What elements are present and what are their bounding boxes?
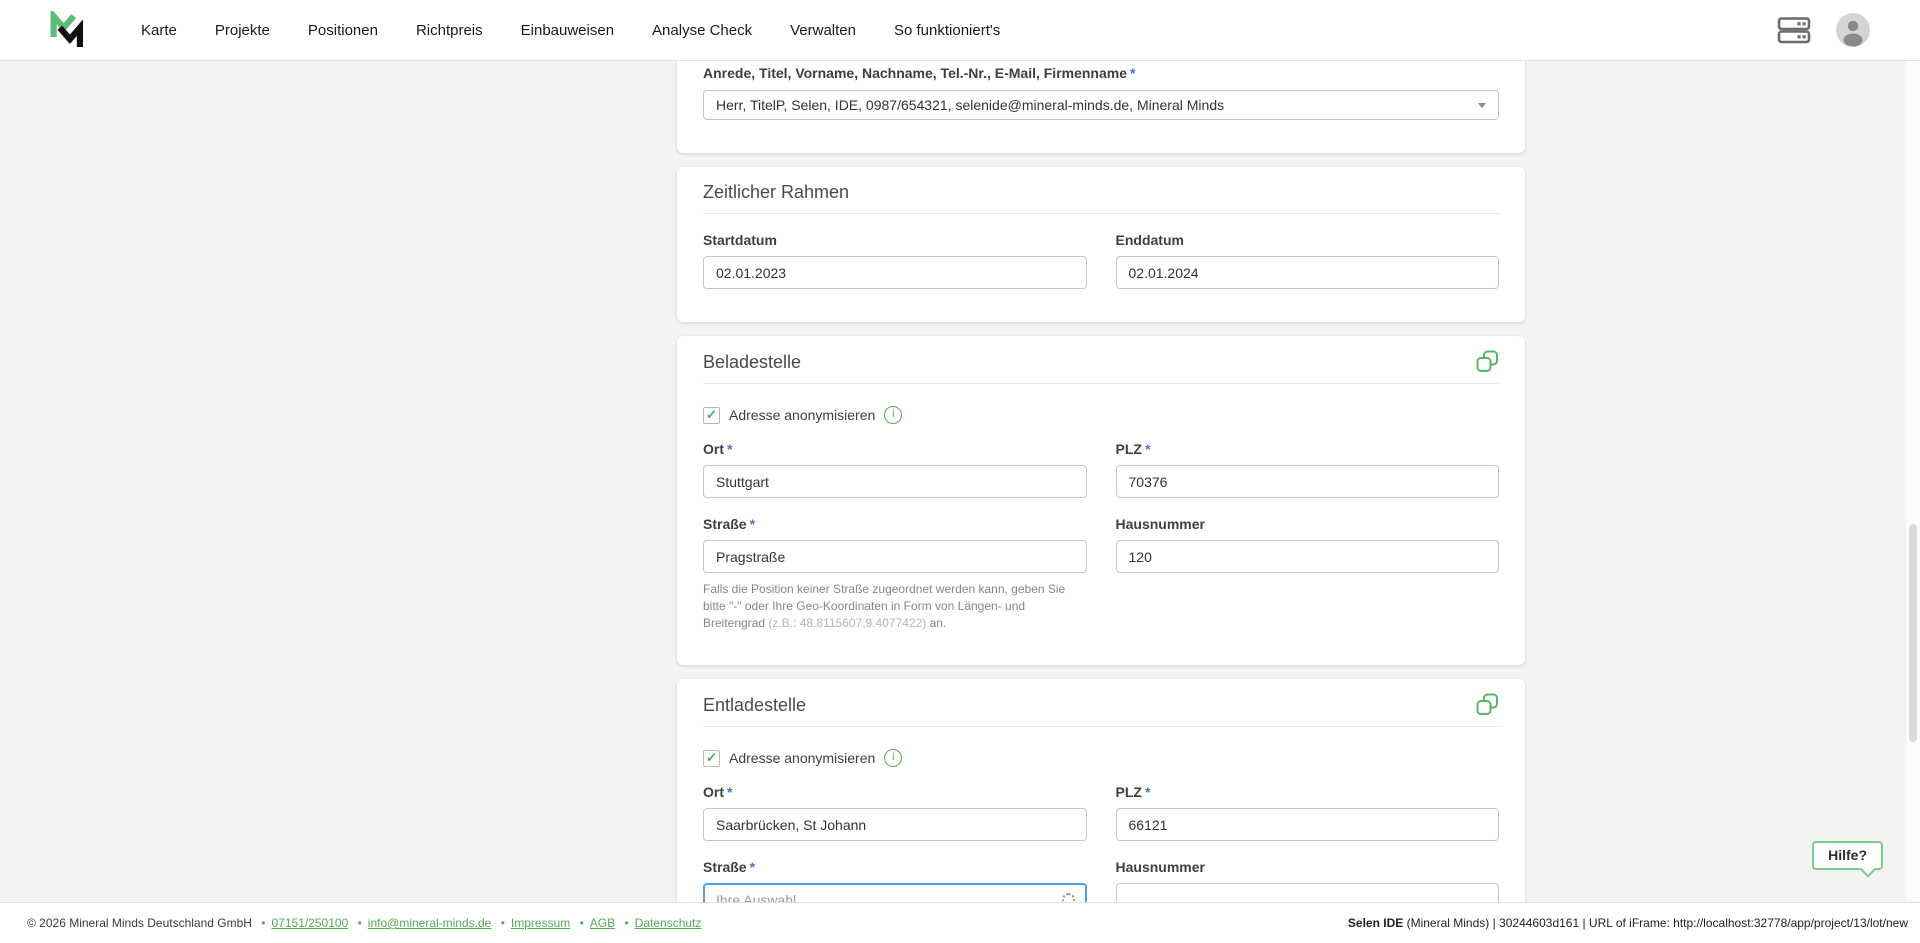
footer-link-impressum[interactable]: Impressum [511, 916, 570, 930]
enddatum-label: Enddatum [1116, 232, 1500, 248]
anonymize-label: Adresse anonymisieren [729, 750, 875, 766]
main-menu: Karte Projekte Positionen Richtpreis Ein… [141, 22, 1000, 39]
required-asterisk: * [1145, 784, 1150, 800]
timeframe-title: Zeitlicher Rahmen [703, 181, 849, 203]
entladestelle-title: Entladestelle [703, 694, 806, 716]
nav-item-karte[interactable]: Karte [141, 22, 177, 39]
footer-link-agb[interactable]: AGB [590, 916, 615, 930]
enddatum-input[interactable] [1116, 256, 1500, 289]
contact-select[interactable]: Herr, TitelP, Selen, IDE, 0987/654321, s… [703, 90, 1499, 120]
copy-icon[interactable] [1476, 693, 1499, 716]
info-icon[interactable]: i [884, 406, 902, 424]
page-footer: © 2026 Mineral Minds Deutschland GmbH •0… [0, 902, 1920, 943]
footer-link-email[interactable]: info@mineral-minds.de [368, 916, 492, 930]
entladestelle-ort-input[interactable] [703, 808, 1087, 841]
top-navigation: Karte Projekte Positionen Richtpreis Ein… [0, 0, 1920, 61]
chevron-down-icon [1478, 103, 1486, 108]
vertical-scrollbar[interactable] [1906, 61, 1920, 902]
section-divider [703, 726, 1499, 727]
plz-label: PLZ* [1116, 784, 1500, 800]
beladestelle-strasse-input[interactable] [703, 540, 1087, 573]
anonymize-checkbox[interactable]: ✓ [703, 407, 720, 424]
section-divider [703, 383, 1499, 384]
entladestelle-plz-input[interactable] [1116, 808, 1500, 841]
copyright-text: © 2026 Mineral Minds Deutschland GmbH [27, 916, 252, 930]
hausnummer-label: Hausnummer [1116, 516, 1500, 532]
required-asterisk: * [1130, 65, 1135, 81]
nav-item-so-funktionierts[interactable]: So funktioniert's [894, 22, 1000, 39]
strasse-label: Straße* [703, 859, 1087, 875]
contact-label: Anrede, Titel, Vorname, Nachname, Tel.-N… [703, 65, 1499, 81]
nav-item-projekte[interactable]: Projekte [215, 22, 270, 39]
required-asterisk: * [1145, 441, 1150, 457]
required-asterisk: * [750, 516, 755, 532]
nav-item-verwalten[interactable]: Verwalten [790, 22, 856, 39]
beladestelle-card: Beladestelle ✓ Adresse anonymisieren i O… [677, 336, 1525, 665]
geo-hint-text: Falls die Position keiner Straße zugeord… [703, 581, 1087, 632]
plz-label: PLZ* [1116, 441, 1500, 457]
required-asterisk: * [727, 784, 732, 800]
beladestelle-plz-input[interactable] [1116, 465, 1500, 498]
startdatum-input[interactable] [703, 256, 1087, 289]
footer-debug-info: Selen IDE (Mineral Minds) | 30244603d161… [1348, 916, 1908, 930]
nav-item-richtpreis[interactable]: Richtpreis [416, 22, 483, 39]
server-rack-icon[interactable] [1776, 12, 1812, 48]
startdatum-label: Startdatum [703, 232, 1087, 248]
footer-link-datenschutz[interactable]: Datenschutz [635, 916, 702, 930]
beladestelle-ort-input[interactable] [703, 465, 1087, 498]
footer-link-phone[interactable]: 07151/250100 [272, 916, 349, 930]
nav-item-einbauweisen[interactable]: Einbauweisen [521, 22, 614, 39]
strasse-label: Straße* [703, 516, 1087, 532]
scrollbar-thumb[interactable] [1909, 524, 1917, 743]
ort-label: Ort* [703, 441, 1087, 457]
info-icon[interactable]: i [884, 749, 902, 767]
loading-spinner-icon [1062, 893, 1075, 902]
mineral-minds-logo-icon[interactable] [49, 11, 83, 49]
copy-icon[interactable] [1476, 350, 1499, 373]
form-scroll-area: Anrede, Titel, Vorname, Nachname, Tel.-N… [0, 61, 1920, 902]
required-asterisk: * [727, 441, 732, 457]
beladestelle-title: Beladestelle [703, 351, 801, 373]
contact-card: Anrede, Titel, Vorname, Nachname, Tel.-N… [677, 61, 1525, 153]
anonymize-label: Adresse anonymisieren [729, 407, 875, 423]
footer-legal: © 2026 Mineral Minds Deutschland GmbH •0… [27, 916, 701, 930]
required-asterisk: * [750, 859, 755, 875]
entladestelle-card: Entladestelle ✓ Adresse anonymisieren i … [677, 679, 1525, 902]
timeframe-card: Zeitlicher Rahmen Startdatum Enddatum [677, 167, 1525, 322]
ort-label: Ort* [703, 784, 1087, 800]
anonymize-checkbox[interactable]: ✓ [703, 750, 720, 767]
section-divider [703, 213, 1499, 214]
help-button[interactable]: Hilfe? [1812, 841, 1883, 870]
hausnummer-label: Hausnummer [1116, 859, 1500, 875]
nav-item-analyse-check[interactable]: Analyse Check [652, 22, 752, 39]
entladestelle-hausnummer-input[interactable] [1116, 883, 1500, 902]
user-avatar[interactable] [1836, 13, 1870, 47]
beladestelle-hausnummer-input[interactable] [1116, 540, 1500, 573]
nav-item-positionen[interactable]: Positionen [308, 22, 378, 39]
entladestelle-strasse-input[interactable] [703, 883, 1087, 902]
